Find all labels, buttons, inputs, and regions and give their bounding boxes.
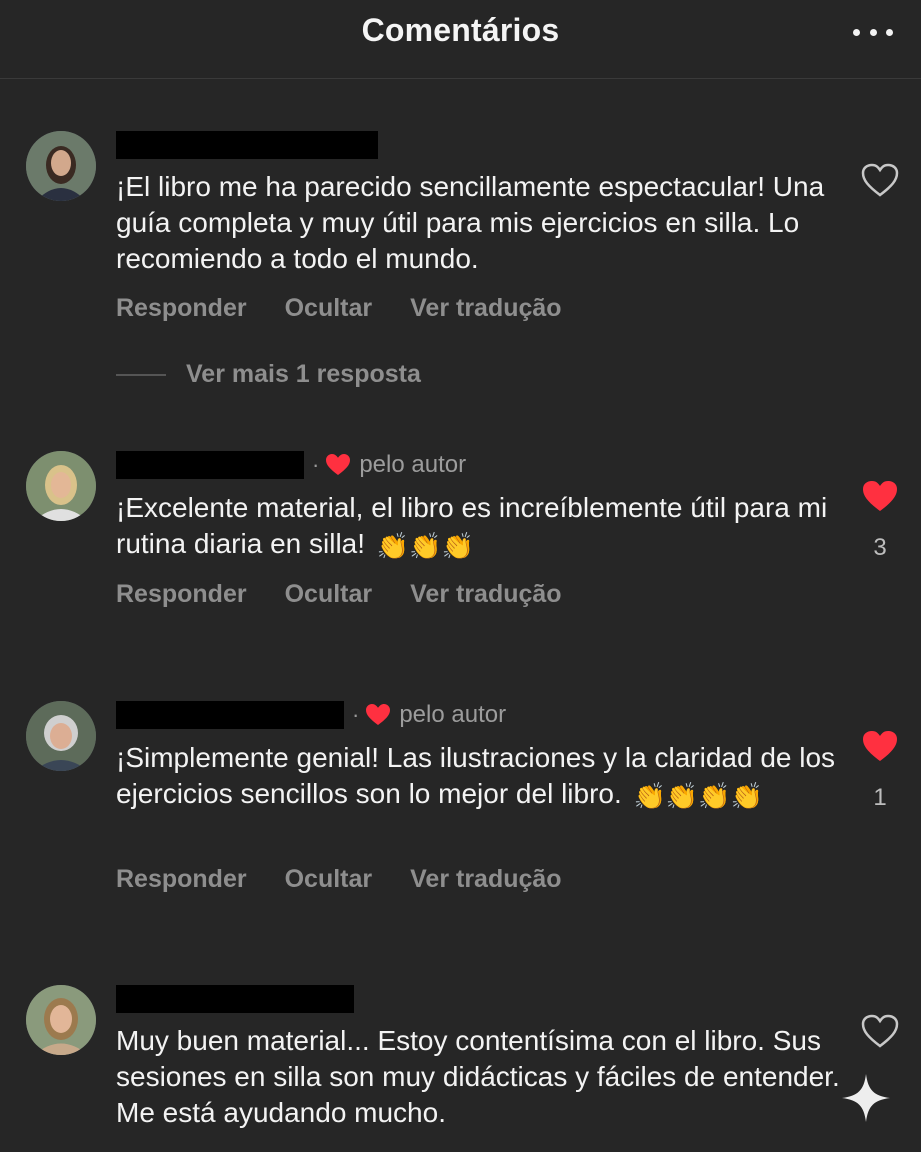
comment-text: ¡El libro me ha parecido sencillamente e… [116,171,825,274]
comment-actions: Responder Ocultar Ver tradução [116,580,600,609]
avatar[interactable] [26,131,96,201]
reply-button[interactable]: Responder [116,865,247,894]
username-row [116,984,354,1014]
username-row: · pelo autor [116,700,506,730]
like-count: 3 [873,534,887,561]
view-more-label: Ver mais 1 resposta [186,360,421,388]
liked-by-author-label: pelo autor [399,701,507,728]
clapping-hands-emoji: 👏👏👏 [376,530,474,561]
username-row: · pelo autor [116,450,466,480]
comment-text: ¡Simplemente genial! Las ilustraciones y… [116,740,856,814]
redacted-username[interactable] [116,451,304,479]
divider [116,373,166,376]
reply-button[interactable]: Responder [116,580,247,609]
translate-button[interactable]: Ver tradução [410,580,561,609]
heart-filled-icon [326,454,351,475]
like-count: 1 [873,784,887,811]
page-title: Comentários [361,12,560,48]
translate-button[interactable]: Ver tradução [410,294,561,323]
redacted-username[interactable] [116,701,344,729]
hide-button[interactable]: Ocultar [285,294,373,323]
liked-by-author-label: pelo autor [359,451,467,478]
sparkle-icon[interactable] [840,1072,892,1124]
view-more-replies-button[interactable]: Ver mais 1 resposta [116,360,421,389]
translate-button[interactable]: Ver tradução [410,865,561,894]
redacted-username[interactable] [116,131,378,159]
reply-button[interactable]: Responder [116,294,247,323]
heart-filled-icon[interactable] [860,728,900,764]
comment-actions: Responder Ocultar Ver tradução [116,865,600,894]
more-horizontal-icon[interactable] [853,22,893,42]
avatar[interactable] [26,985,96,1055]
avatar[interactable] [26,451,96,521]
hide-button[interactable]: Ocultar [285,580,373,609]
hide-button[interactable]: Ocultar [285,865,373,894]
comments-header: Comentários [0,0,921,79]
heart-outline-icon[interactable] [860,162,900,198]
username-row [116,130,378,160]
comment-actions: Responder Ocultar Ver tradução [116,294,600,323]
redacted-username[interactable] [116,985,354,1013]
clapping-hands-emoji: 👏👏👏👏 [633,780,764,811]
comment-text: ¡Excelente material, el libro es increíb… [116,490,856,564]
heart-filled-icon [366,704,391,725]
heart-filled-icon[interactable] [860,478,900,514]
comment-text: Muy buen material... Estoy contentísima … [116,1025,840,1128]
avatar[interactable] [26,701,96,771]
heart-outline-icon[interactable] [860,1013,900,1049]
